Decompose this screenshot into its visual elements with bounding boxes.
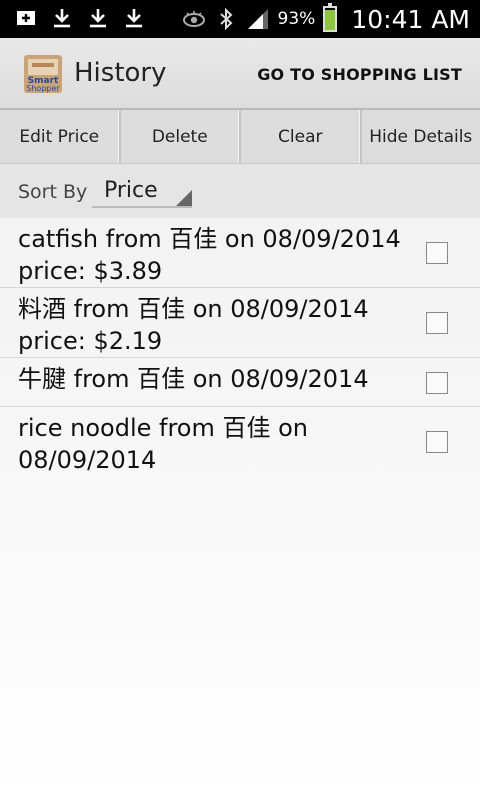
item-line: 牛腱 from 百佳 on 08/09/2014: [18, 365, 369, 393]
sort-dropdown[interactable]: Price: [92, 174, 192, 208]
clear-button[interactable]: Clear: [241, 110, 362, 163]
sort-label: Sort By: [18, 181, 88, 203]
list-item[interactable]: rice noodle from 百佳 on 08/09/2014: [0, 407, 480, 477]
battery-icon: [323, 3, 338, 32]
signal-icon: [247, 9, 268, 29]
go-to-shopping-list-button[interactable]: GO TO SHOPPING LIST: [257, 65, 462, 84]
list-item[interactable]: 牛腱 from 百佳 on 08/09/2014: [0, 358, 480, 407]
hide-details-button[interactable]: Hide Details: [362, 110, 480, 163]
clock: 10:41 AM: [351, 4, 470, 34]
add-box-icon: [17, 11, 35, 25]
item-price: price: $2.19: [18, 327, 163, 355]
item-text: catfish from 百佳 on 08/09/2014 price: $3.…: [18, 223, 418, 287]
action-bar: Smart Shopper History GO TO SHOPPING LIS…: [0, 38, 480, 110]
item-line: rice noodle from 百佳 on: [18, 414, 309, 442]
item-checkbox[interactable]: [426, 372, 448, 394]
eye-icon: [182, 11, 205, 27]
item-text: 料酒 from 百佳 on 08/09/2014 price: $2.19: [18, 293, 418, 357]
item-checkbox[interactable]: [426, 312, 448, 334]
item-line: catfish from 百佳 on 08/09/2014: [18, 225, 401, 253]
status-bar: 93% 10:41 AM: [0, 0, 480, 38]
item-text: 牛腱 from 百佳 on 08/09/2014: [18, 363, 418, 395]
sort-selected-value: Price: [104, 178, 158, 203]
download-icon: [54, 9, 70, 28]
item-checkbox[interactable]: [426, 431, 448, 453]
page-title: History: [74, 58, 167, 88]
svg-text:Shopper: Shopper: [26, 84, 60, 93]
dropdown-arrow-icon: [176, 190, 192, 206]
status-icons: 93% 10:41 AM: [182, 0, 470, 38]
download-icon: [126, 9, 142, 28]
item-checkbox[interactable]: [426, 242, 448, 264]
sort-bar: Sort By Price: [0, 164, 480, 218]
history-list: catfish from 百佳 on 08/09/2014 price: $3.…: [0, 218, 480, 477]
item-text: rice noodle from 百佳 on 08/09/2014: [18, 412, 418, 476]
edit-price-button[interactable]: Edit Price: [0, 110, 121, 163]
battery-percent: 93%: [277, 9, 316, 29]
list-item[interactable]: 料酒 from 百佳 on 08/09/2014 price: $2.19: [0, 288, 480, 358]
item-price: price: $3.89: [18, 257, 163, 285]
item-line-2: 08/09/2014: [18, 446, 157, 474]
list-item[interactable]: catfish from 百佳 on 08/09/2014 price: $3.…: [0, 218, 480, 288]
app-logo-icon[interactable]: Smart Shopper: [22, 53, 64, 95]
delete-button[interactable]: Delete: [121, 110, 241, 163]
notification-icons: [14, 6, 146, 30]
bluetooth-icon: [219, 7, 232, 31]
download-icon: [90, 9, 106, 28]
toolbar: Edit Price Delete Clear Hide Details: [0, 110, 480, 164]
item-line: 料酒 from 百佳 on 08/09/2014: [18, 295, 369, 323]
